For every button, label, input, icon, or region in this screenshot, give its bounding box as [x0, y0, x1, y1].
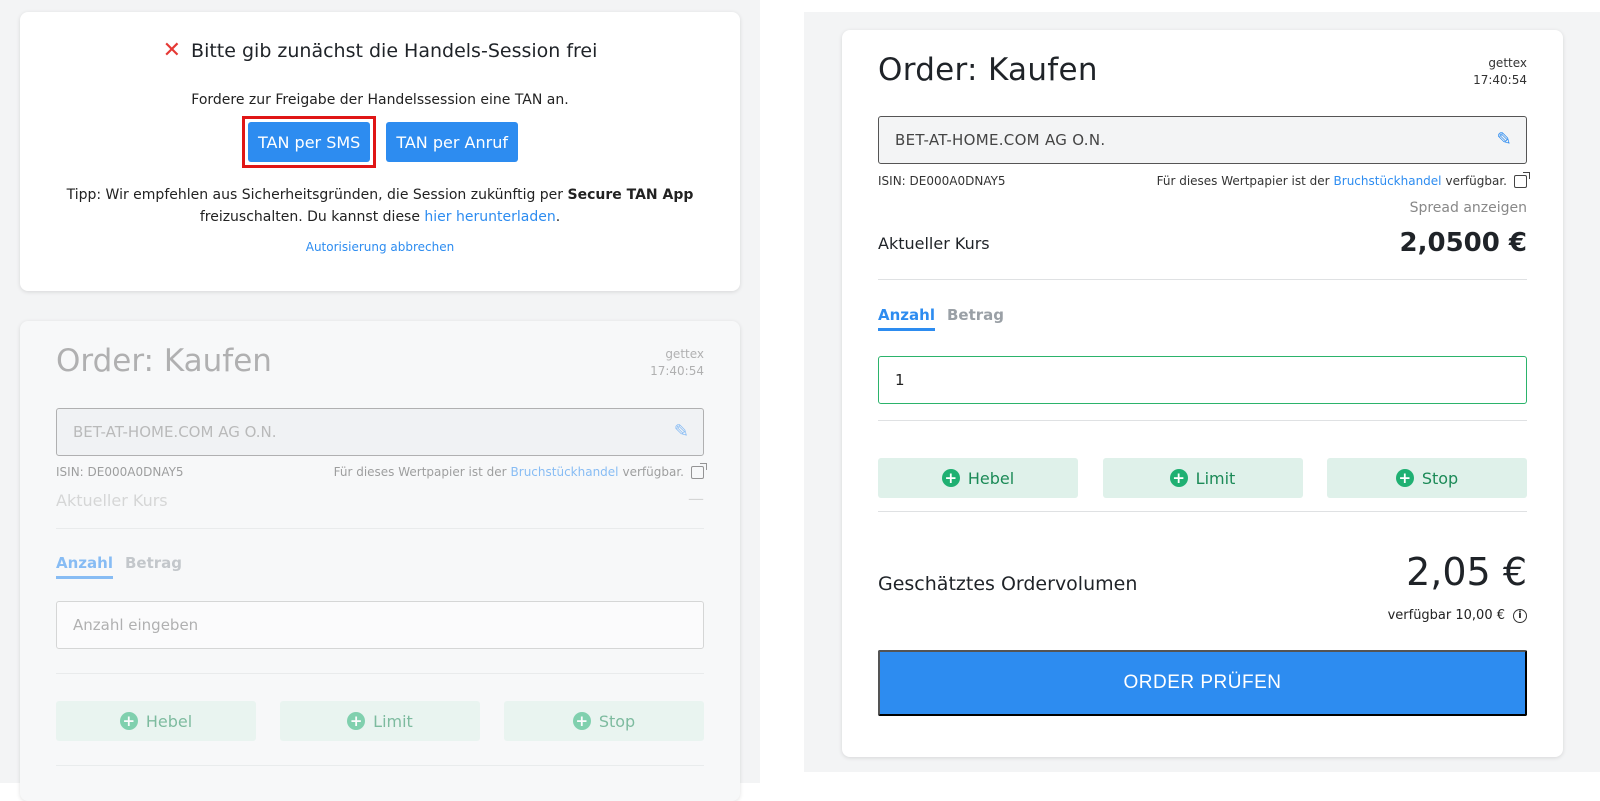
ghost-stop-button: + Stop — [504, 701, 704, 741]
plus-icon: + — [941, 469, 960, 487]
cancel-authorization-link[interactable]: Autorisierung abbrechen — [20, 240, 740, 254]
ghost-stop-label: Stop — [598, 711, 636, 731]
tan-title-text: Bitte gib zunächst die Handels-Session f… — [191, 40, 598, 62]
ghost-kurs-value: — — [688, 489, 704, 508]
divider — [878, 511, 1527, 512]
download-link[interactable]: hier herunterladen — [424, 209, 555, 225]
stop-button[interactable]: + Stop — [1327, 458, 1527, 498]
plus-icon: + — [119, 712, 138, 730]
ghost-frac-note: Für dieses Wertpapier ist der Bruchstück… — [333, 462, 707, 479]
tan-call-button[interactable]: TAN per Anruf — [386, 122, 518, 162]
ghost-hebel-label: Hebel — [145, 711, 193, 731]
ghost-isin: ISIN: DE000A0DNAY5 — [56, 465, 184, 479]
ghost-frac-link: Bruchstückhandel — [510, 465, 619, 479]
show-spread-link[interactable]: Spread anzeigen — [1410, 200, 1527, 216]
order-title: Order: Kaufen — [878, 52, 1098, 88]
left-pane: ✕ Bitte gib zunächst die Handels-Session… — [0, 0, 760, 801]
external-link-icon — [691, 462, 707, 479]
ghost-tab-qty: Anzahl — [56, 554, 113, 579]
ghost-divider-2 — [56, 673, 704, 674]
plus-icon: + — [1169, 469, 1188, 487]
check-order-button[interactable]: ORDER PRÜFEN — [878, 650, 1527, 716]
plus-icon: + — [347, 712, 366, 730]
order-volume-label: Geschätztes Ordervolumen — [878, 573, 1138, 595]
ghost-kurs-label: Aktueller Kurs — [56, 491, 168, 510]
fractional-trading-link[interactable]: Bruchstückhandel — [1334, 174, 1442, 188]
tab-amount[interactable]: Betrag — [947, 306, 1004, 331]
tan-dialog-title: ✕ Bitte gib zunächst die Handels-Session… — [20, 38, 740, 63]
ghost-frac-suffix: verfügbar. — [622, 465, 684, 479]
ghost-divider-3 — [56, 765, 704, 766]
order-inner: Order: Kaufen gettex 17:40:54 BET-AT-HOM… — [878, 30, 1530, 757]
tan-button-group: TAN per SMS TAN per Anruf — [20, 116, 740, 168]
external-link-icon[interactable] — [1514, 171, 1530, 188]
order-card: Order: Kaufen gettex 17:40:54 BET-AT-HOM… — [842, 30, 1563, 757]
ghost-divider — [56, 528, 704, 529]
stop-label: Stop — [1421, 468, 1459, 488]
tan-dialog: ✕ Bitte gib zunächst die Handels-Session… — [20, 12, 740, 291]
ghost-tabs: Anzahl Betrag — [56, 554, 182, 579]
fractional-note: Für dieses Wertpapier ist der Bruchstück… — [1156, 171, 1530, 188]
divider — [878, 279, 1527, 280]
ghost-order-title: Order: Kaufen — [56, 343, 272, 379]
current-price-value: 2,0500 € — [1399, 228, 1527, 258]
available-balance: verfügbar 10,00 € i — [1388, 608, 1527, 623]
hebel-label: Hebel — [967, 468, 1015, 488]
ghost-hebel-button: + Hebel — [56, 701, 256, 741]
ghost-exchange: gettex — [665, 347, 704, 361]
ghost-limit-label: Limit — [373, 711, 413, 731]
plus-icon: + — [572, 712, 591, 730]
pencil-icon[interactable]: ✎ — [1497, 129, 1512, 150]
order-volume-value: 2,05 € — [1406, 550, 1527, 594]
frac-prefix: Für dieses Wertpapier ist der — [1156, 174, 1330, 188]
ghost-qty-input: Anzahl eingeben — [56, 601, 704, 649]
stock-name: BET-AT-HOME.COM AG O.N. — [895, 131, 1106, 149]
current-price-label: Aktueller Kurs — [878, 234, 990, 253]
stock-field[interactable]: BET-AT-HOME.COM AG O.N. ✎ — [878, 116, 1527, 164]
limit-button[interactable]: + Limit — [1102, 458, 1303, 498]
available-text: verfügbar 10,00 € — [1387, 608, 1505, 623]
ghost-time: 17:40:54 — [650, 364, 704, 378]
tan-tip: Tipp: Wir empfehlen aus Sicherheitsgründ… — [20, 184, 740, 228]
tip-bold: Secure TAN App — [567, 187, 694, 203]
quantity-tabs: Anzahl Betrag — [878, 306, 1004, 331]
ghost-order-card: Order: Kaufen gettex 17:40:54 BET-AT-HOM… — [20, 321, 740, 801]
tan-sms-button[interactable]: TAN per SMS — [248, 122, 371, 162]
tip-line2: freizuschalten. Du kannst diese — [199, 209, 420, 225]
error-x-icon: ✕ — [162, 38, 182, 63]
pencil-icon: ✎ — [673, 421, 689, 442]
ghost-tab-amount: Betrag — [124, 554, 183, 572]
ghost-stock-field: BET-AT-HOME.COM AG O.N. ✎ — [56, 408, 704, 456]
order-meta: gettex 17:40:54 — [1473, 55, 1527, 89]
tip-end: . — [555, 209, 561, 225]
limit-label: Limit — [1195, 468, 1236, 488]
ghost-meta: gettex 17:40:54 — [650, 346, 704, 380]
quantity-input[interactable]: 1 — [878, 356, 1527, 404]
divider — [878, 420, 1527, 421]
order-option-row: + Hebel + Limit + Stop — [878, 458, 1527, 498]
ghost-option-row: + Hebel + Limit + Stop — [56, 701, 704, 741]
sms-highlight-box: TAN per SMS — [242, 116, 377, 168]
quote-time: 17:40:54 — [1473, 73, 1527, 87]
tan-subtitle: Fordere zur Freigabe der Handelssession … — [191, 92, 569, 108]
ghost-limit-button: + Limit — [280, 701, 480, 741]
plus-icon: + — [1395, 469, 1414, 487]
ghost-stock-name: BET-AT-HOME.COM AG O.N. — [73, 423, 277, 441]
tip-prefix: Tipp: Wir empfehlen aus Sicherheitsgründ… — [66, 187, 564, 203]
frac-suffix: verfügbar. — [1445, 174, 1507, 188]
isin: ISIN: DE000A0DNAY5 — [878, 174, 1006, 188]
ghost-frac-prefix: Für dieses Wertpapier ist der — [333, 465, 507, 479]
exchange-name: gettex — [1488, 56, 1527, 70]
hebel-button[interactable]: + Hebel — [878, 458, 1078, 498]
info-icon[interactable]: i — [1513, 608, 1527, 623]
tab-quantity[interactable]: Anzahl — [878, 306, 935, 331]
